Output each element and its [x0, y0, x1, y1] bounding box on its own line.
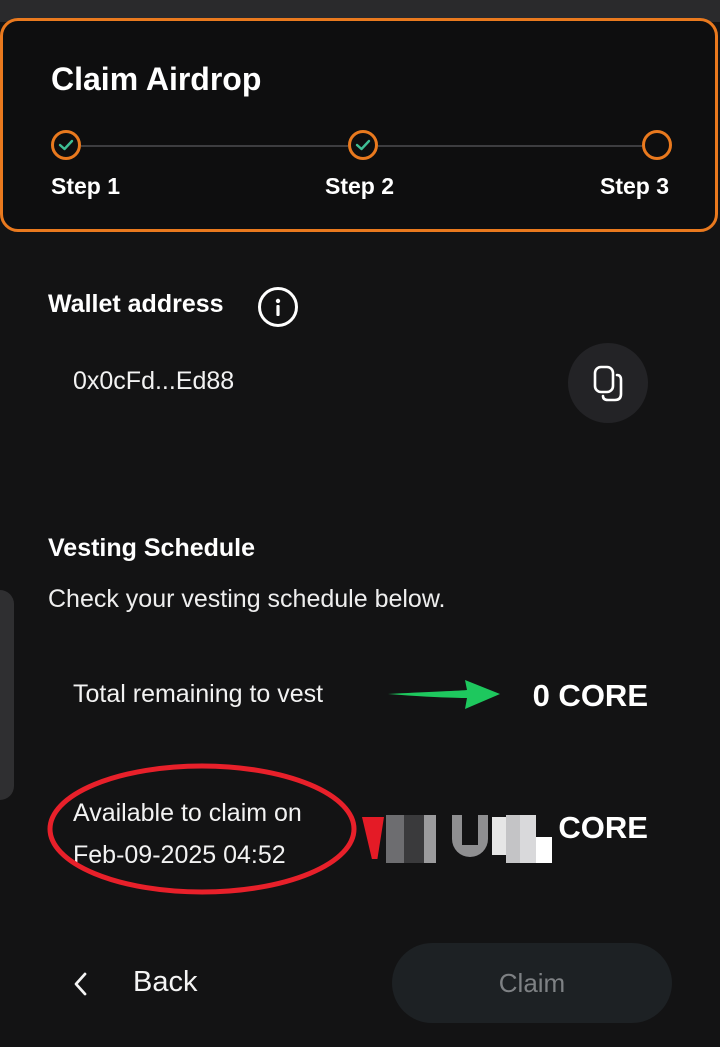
total-remaining-label: Total remaining to vest	[73, 680, 324, 708]
redacted-amount	[362, 815, 554, 863]
back-label: Back	[133, 966, 198, 998]
check-icon	[355, 139, 371, 151]
claim-button[interactable]: Claim	[392, 943, 672, 1023]
vesting-schedule-heading: Vesting Schedule	[48, 534, 256, 562]
claim-label: Claim	[498, 967, 566, 998]
total-remaining-value: 0 CORE	[532, 678, 648, 713]
chevron-left-icon	[74, 972, 87, 996]
available-value-suffix: CORE	[558, 810, 648, 845]
annotation-arrow	[388, 680, 500, 709]
step-1-label: Step 1	[51, 173, 121, 199]
wallet-address-value: 0x0cFd...Ed88	[73, 367, 235, 395]
step-3-label: Step 3	[600, 173, 670, 199]
side-drawer-handle[interactable]	[0, 590, 14, 800]
step-connector-1-2	[81, 145, 348, 147]
step-3-indicator	[642, 130, 672, 160]
step-connector-2-3	[378, 145, 642, 147]
page-title: Claim Airdrop	[51, 61, 262, 97]
claim-airdrop-card: Claim Airdrop Step 1 Step 2 Step 3	[0, 18, 718, 232]
step-1-indicator	[51, 130, 81, 160]
step-2-label: Step 2	[325, 173, 395, 199]
back-button[interactable]: Back	[60, 945, 240, 1021]
vesting-schedule-subtitle: Check your vesting schedule below.	[48, 585, 446, 613]
wallet-address-heading: Wallet address	[48, 290, 224, 318]
step-2-indicator	[348, 130, 378, 160]
info-icon[interactable]	[258, 287, 298, 327]
copy-icon	[593, 365, 623, 402]
check-icon	[58, 139, 74, 151]
copy-address-button[interactable]	[568, 343, 648, 423]
annotation-circle	[47, 763, 357, 895]
